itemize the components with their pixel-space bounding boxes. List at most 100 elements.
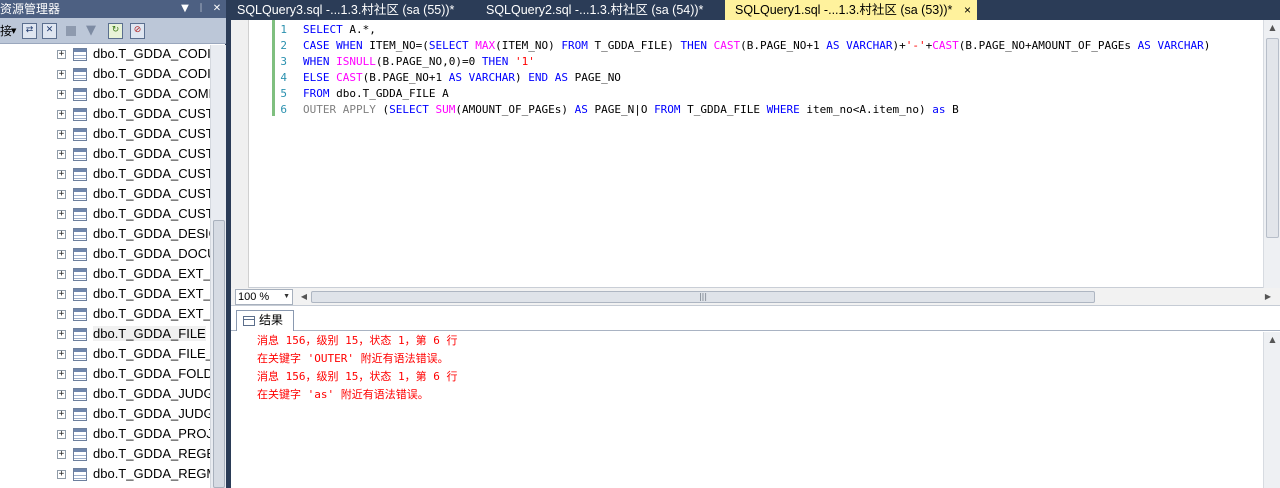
tree-node-table[interactable]: + dbo.T_GDDA_CUSTC bbox=[0, 205, 210, 225]
expand-icon[interactable]: + bbox=[57, 410, 66, 419]
tree-node-table[interactable]: + dbo.T_GDDA_CODIN bbox=[0, 65, 210, 85]
line-number: 1 bbox=[280, 23, 287, 36]
code-token: (B.PAGE_NO+1 bbox=[362, 71, 449, 84]
tree-node-table[interactable]: + dbo.T_GDDA_CUSTC bbox=[0, 125, 210, 145]
expand-icon[interactable]: + bbox=[57, 230, 66, 239]
expand-icon[interactable]: + bbox=[57, 390, 66, 399]
close-icon[interactable]: ✕ bbox=[210, 0, 224, 18]
expand-icon[interactable]: + bbox=[57, 190, 66, 199]
object-explorer-title: 资源管理器 bbox=[0, 2, 61, 16]
scrollbar-thumb[interactable] bbox=[213, 220, 225, 488]
tree-node-table[interactable]: + dbo.T_GDDA_REGM bbox=[0, 465, 210, 485]
code-token: as bbox=[932, 103, 946, 116]
tree-node-table[interactable]: + dbo.T_GDDA_CODIN bbox=[0, 45, 210, 65]
expand-icon[interactable]: + bbox=[57, 90, 66, 99]
tree-node-table[interactable]: + dbo.T_GDDA_EXT_H bbox=[0, 285, 210, 305]
connect-dropdown-icon[interactable]: ▼ bbox=[11, 23, 16, 39]
expand-icon[interactable]: + bbox=[57, 70, 66, 79]
expand-icon[interactable]: + bbox=[57, 250, 66, 259]
tree-node-table[interactable]: + dbo.T_GDDA_REGBO bbox=[0, 445, 210, 465]
table-icon bbox=[73, 348, 87, 361]
tree-node-table[interactable]: + dbo.T_GDDA_EXT_H bbox=[0, 265, 210, 285]
expand-icon[interactable]: + bbox=[57, 330, 66, 339]
code-token: AS bbox=[1137, 39, 1151, 52]
expand-icon[interactable]: + bbox=[57, 110, 66, 119]
filter-icon[interactable]: ▼ bbox=[86, 23, 96, 39]
tab-sqlquery2[interactable]: SQLQuery2.sql -...1.3.村社区 (sa (54))* bbox=[476, 0, 725, 20]
stop-icon[interactable] bbox=[66, 26, 76, 36]
tree-node-table[interactable]: + dbo.T_GDDA_FOLDE bbox=[0, 365, 210, 385]
code-line[interactable]: WHEN ISNULL(B.PAGE_NO,0)=0 THEN '1' bbox=[303, 54, 535, 70]
tree-node-table[interactable]: + dbo.T_GDDA_DOCU bbox=[0, 245, 210, 265]
expand-icon[interactable]: + bbox=[57, 350, 66, 359]
code-token: ) bbox=[514, 71, 529, 84]
expand-icon[interactable]: + bbox=[57, 210, 66, 219]
code-token: OUTER APPLY bbox=[303, 103, 383, 116]
tree-node-table[interactable]: + dbo.T_GDDA_FILE_C bbox=[0, 345, 210, 365]
connect-icon[interactable]: ⇄ bbox=[22, 23, 37, 39]
tree-node-label: dbo.T_GDDA_REGBO bbox=[93, 446, 210, 461]
tree-node-label: dbo.T_GDDA_DESIG bbox=[93, 226, 210, 241]
code-token: AS bbox=[574, 103, 588, 116]
code-line[interactable]: OUTER APPLY (SELECT SUM(AMOUNT_OF_PAGEs)… bbox=[303, 102, 959, 118]
tree-node-table[interactable]: + dbo.T_GDDA_CUSTC bbox=[0, 185, 210, 205]
tree-node-table[interactable]: + dbo.T_GDDA_JUDGE bbox=[0, 405, 210, 425]
code-token: AS bbox=[554, 71, 568, 84]
expand-icon[interactable]: + bbox=[57, 310, 66, 319]
code-line[interactable]: CASE WHEN ITEM_NO=(SELECT MAX(ITEM_NO) F… bbox=[303, 38, 1210, 54]
code-line[interactable]: ELSE CAST(B.PAGE_NO+1 AS VARCHAR) END AS… bbox=[303, 70, 621, 86]
dropdown-icon[interactable]: ▼ bbox=[178, 0, 192, 18]
tree-node-table[interactable]: + dbo.T_GDDA_COMP bbox=[0, 85, 210, 105]
editor-vertical-scrollbar[interactable]: ▲ bbox=[1263, 20, 1280, 288]
expand-icon[interactable]: + bbox=[57, 270, 66, 279]
zoom-select[interactable]: 100 % ▼ bbox=[235, 289, 293, 305]
expand-icon[interactable]: + bbox=[57, 130, 66, 139]
tab-results[interactable]: 结果 bbox=[236, 310, 294, 331]
code-token: (B.PAGE_NO+1 bbox=[740, 39, 827, 52]
code-line[interactable]: SELECT A.*, bbox=[303, 22, 376, 38]
tree-node-table[interactable]: + dbo.T_GDDA_JUDGE bbox=[0, 385, 210, 405]
tree-node-table[interactable]: + dbo.T_GDDA_CUSTC bbox=[0, 105, 210, 125]
tree-node-table[interactable]: + dbo.T_GDDA_CUSTC bbox=[0, 165, 210, 185]
tree-node-table[interactable]: + dbo.T_GDDA_PROJE bbox=[0, 425, 210, 445]
tree-node-table[interactable]: + dbo.T_GDDA_DESIG bbox=[0, 225, 210, 245]
pin-icon[interactable]: ᛁ bbox=[194, 0, 208, 18]
code-token: SELECT bbox=[303, 23, 343, 36]
scroll-right-icon[interactable]: ▶ bbox=[1261, 289, 1275, 305]
expand-icon[interactable]: + bbox=[57, 450, 66, 459]
disconnect-icon[interactable]: ✕ bbox=[42, 23, 57, 39]
object-explorer-toolbar: 接 ▼ ⇄ ✕ ▼ ↻ ⊘ bbox=[0, 18, 226, 44]
expand-icon[interactable]: + bbox=[57, 290, 66, 299]
expand-icon[interactable]: + bbox=[57, 370, 66, 379]
refresh-icon[interactable]: ↻ bbox=[108, 23, 123, 39]
tree-node-table[interactable]: + dbo.T_GDDA_FILE bbox=[0, 325, 210, 345]
editor-horizontal-scrollbar[interactable]: ◀ ||| ▶ bbox=[297, 289, 1277, 305]
expand-icon[interactable]: + bbox=[57, 150, 66, 159]
summary-icon[interactable]: ⊘ bbox=[130, 23, 145, 39]
chevron-down-icon[interactable]: ▼ bbox=[283, 290, 290, 304]
scrollbar-thumb[interactable] bbox=[1266, 38, 1279, 238]
expand-icon[interactable]: + bbox=[57, 430, 66, 439]
expand-icon[interactable]: + bbox=[57, 470, 66, 479]
error-message-line: 在关键字 'as' 附近有语法错误。 bbox=[257, 388, 429, 401]
code-token: (B.PAGE_NO,0)=0 bbox=[375, 55, 482, 68]
scrollbar-thumb[interactable]: ||| bbox=[311, 291, 1095, 303]
expand-icon[interactable]: + bbox=[57, 50, 66, 59]
tree-node-label: dbo.T_GDDA_FOLDE bbox=[93, 366, 210, 381]
scroll-left-icon[interactable]: ◀ bbox=[297, 289, 311, 305]
code-token: FROM bbox=[303, 87, 330, 100]
tab-sqlquery3[interactable]: SQLQuery3.sql -...1.3.村社区 (sa (55))* bbox=[227, 0, 476, 20]
tree-vertical-scrollbar[interactable] bbox=[210, 45, 226, 488]
code-line[interactable]: FROM dbo.T_GDDA_FILE A bbox=[303, 86, 449, 102]
tree-node-table[interactable]: + dbo.T_GDDA_CUSTC bbox=[0, 145, 210, 165]
code-lines[interactable]: 1 SELECT A.*, 2 CASE WHEN ITEM_NO=(SELECT M… bbox=[253, 20, 1263, 288]
results-vertical-scrollbar[interactable]: ▲ bbox=[1263, 332, 1280, 488]
expand-icon[interactable]: + bbox=[57, 170, 66, 179]
scroll-up-icon[interactable]: ▲ bbox=[1264, 332, 1280, 348]
scroll-up-icon[interactable]: ▲ bbox=[1264, 20, 1280, 36]
close-tab-icon[interactable]: × bbox=[964, 0, 971, 20]
tab-sqlquery1[interactable]: SQLQuery1.sql -...1.3.村社区 (sa (53))* × bbox=[725, 0, 977, 20]
table-icon bbox=[73, 408, 87, 421]
tree-node-table[interactable]: + dbo.T_GDDA_EXT_PI bbox=[0, 305, 210, 325]
sql-editor[interactable]: 1 SELECT A.*, 2 CASE WHEN ITEM_NO=(SELECT M… bbox=[231, 20, 1280, 288]
